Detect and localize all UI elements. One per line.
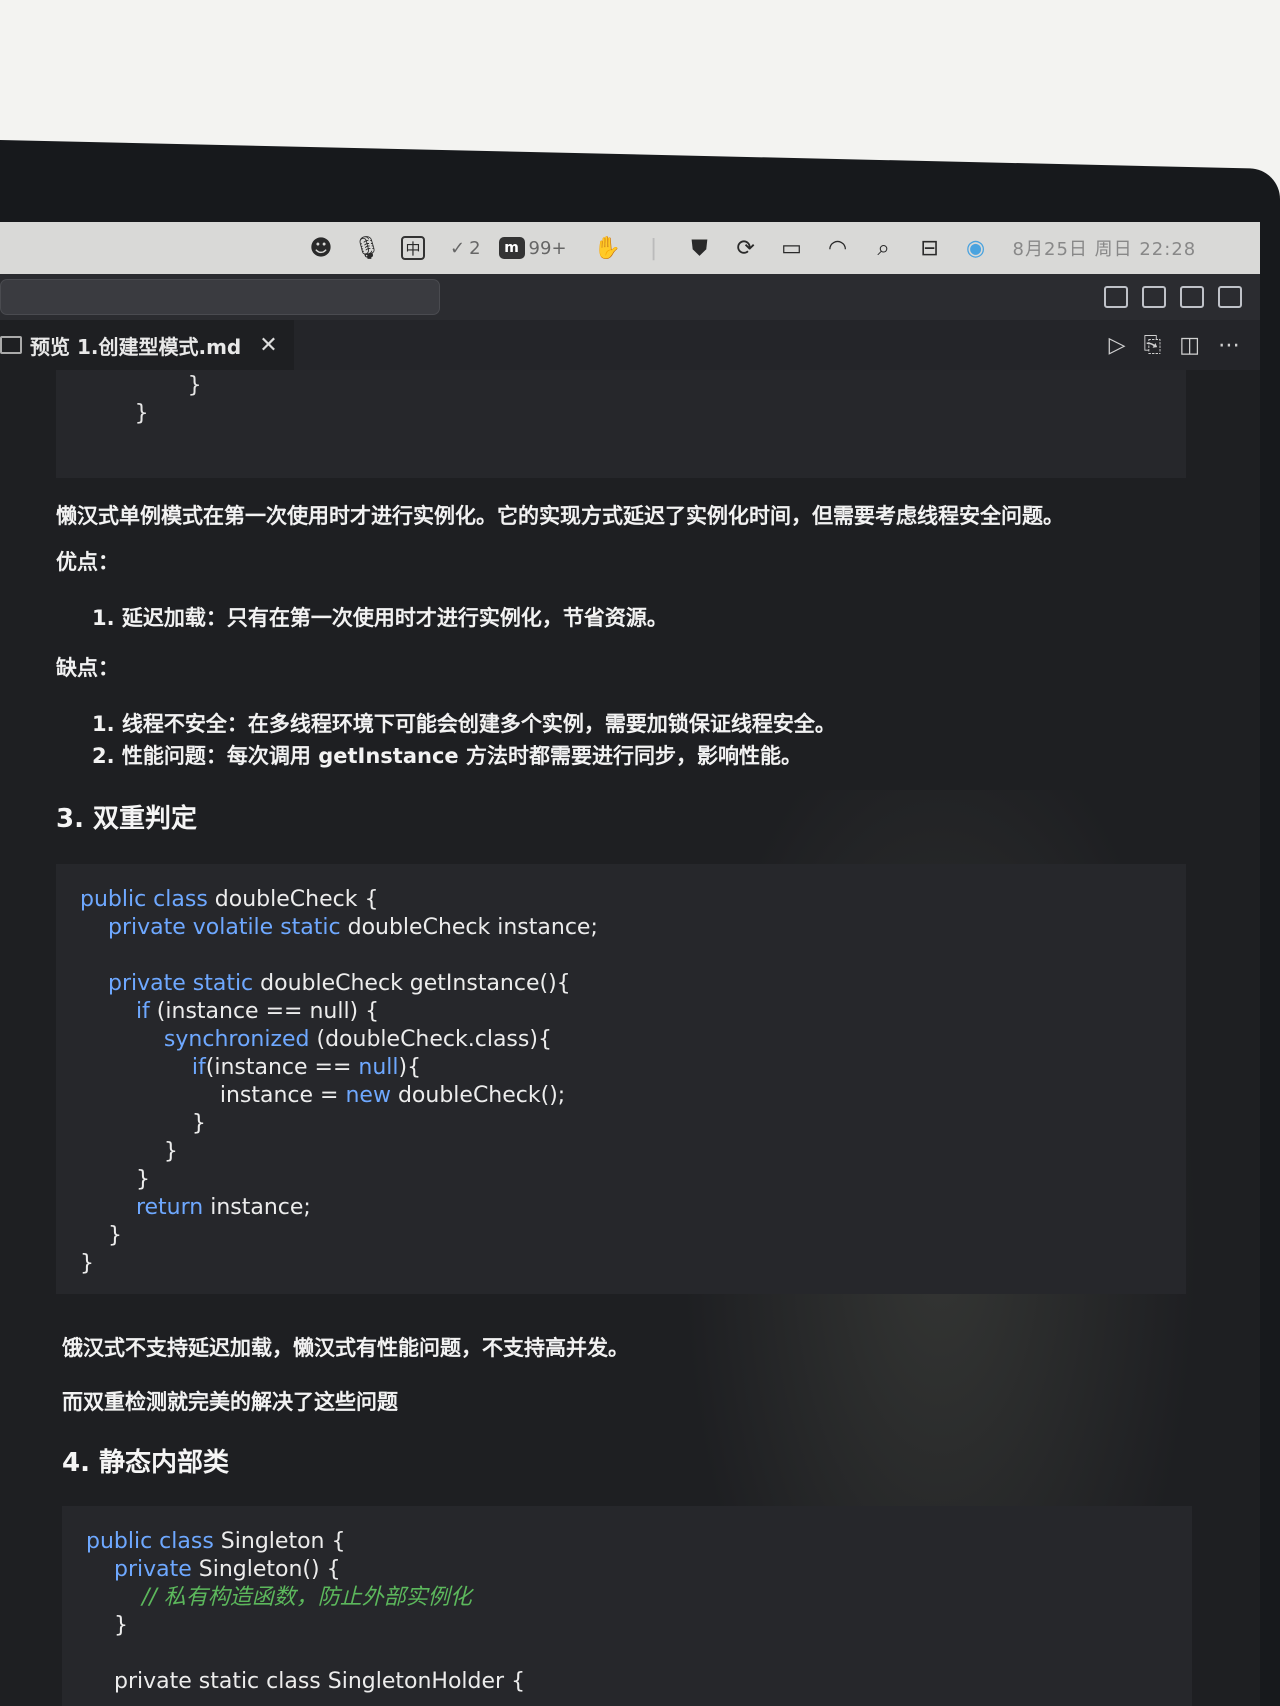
command-center-search[interactable] xyxy=(0,279,440,315)
lazy-intro-paragraph: 懒汉式单例模式在第一次使用时才进行实例化。它的实现方式延迟了实例化时间，但需要考… xyxy=(56,504,1064,528)
code-block-doublecheck: public class doubleCheck { private volat… xyxy=(56,864,1186,1294)
code-keyword: if xyxy=(80,1055,206,1080)
layout-controls xyxy=(1104,286,1242,308)
title-bar xyxy=(0,274,1260,320)
separator-icon: | xyxy=(649,235,658,261)
run-icon[interactable]: ▷ xyxy=(1109,333,1126,358)
menu-bar: ☻ 🎙 中 ✓ 2 m 99+ ✋ | ⛊ ⟳ ▭ ◠ ⌕ ⊟ ◉ 8月25日 … xyxy=(0,222,1260,274)
toggle-panel-icon[interactable] xyxy=(1142,286,1166,308)
section-4-heading: 4. 静态内部类 xyxy=(62,1448,230,1478)
customize-layout-icon[interactable] xyxy=(1218,286,1242,308)
more-actions-icon[interactable]: ⋯ xyxy=(1218,333,1240,358)
code-text: } xyxy=(80,1139,178,1164)
todo-status[interactable]: ✓ 2 xyxy=(450,238,481,259)
menu-bar-clock[interactable]: 8月25日 周日 22:28 xyxy=(1013,235,1197,261)
close-icon[interactable]: ✕ xyxy=(259,333,277,358)
app-notification[interactable]: m 99+ xyxy=(498,237,567,259)
code-keyword: public class xyxy=(86,1529,214,1554)
code-text: instance; xyxy=(203,1195,311,1220)
input-method-icon[interactable]: 中 xyxy=(390,233,436,263)
code-keyword: null xyxy=(358,1055,399,1080)
code-keyword: private xyxy=(86,1557,192,1582)
code-text: (instance == null) { xyxy=(149,999,380,1024)
code-text: doubleCheck(); xyxy=(390,1083,566,1108)
code-text: (instance == xyxy=(205,1055,359,1080)
check-circle-icon: ✓ xyxy=(450,237,466,259)
battery-icon[interactable]: ▭ xyxy=(769,233,815,263)
code-keyword: synchronized xyxy=(80,1027,310,1052)
app-logo-icon: m xyxy=(498,237,525,259)
code-text: Singleton { xyxy=(213,1529,346,1554)
code-text: } xyxy=(86,1613,128,1638)
cons-item: 2. 性能问题：每次调用 getInstance 方法时都需要进行同步，影响性能… xyxy=(92,744,802,768)
toggle-primary-sidebar-icon[interactable] xyxy=(1104,286,1128,308)
code-text: private static class SingletonHolder { xyxy=(86,1669,526,1694)
code-text: } xyxy=(80,1223,122,1248)
split-editor-icon[interactable]: ◫ xyxy=(1179,333,1200,358)
sync-icon[interactable]: ⟳ xyxy=(723,233,769,263)
code-text: doubleCheck instance; xyxy=(340,915,598,940)
markdown-preview: } } 懒汉式单例模式在第一次使用时才进行实例化。它的实现方式延迟了实例化时间，… xyxy=(0,370,1260,1706)
editor-tab-bar: 预览 1.创建型模式.md ✕ ▷ ⎘ ◫ ⋯ xyxy=(0,320,1260,370)
cons-item: 1. 线程不安全：在多线程环境下可能会创建多个实例，需要加锁保证线程安全。 xyxy=(92,712,836,736)
summary-paragraph: 而双重检测就完美的解决了这些问题 xyxy=(62,1390,398,1414)
todo-count: 2 xyxy=(469,237,481,259)
toggle-secondary-sidebar-icon[interactable] xyxy=(1180,286,1204,308)
code-text: } xyxy=(80,1167,150,1192)
code-text: (doubleCheck.class){ xyxy=(309,1027,552,1052)
code-keyword: return xyxy=(80,1195,204,1220)
pros-label: 优点： xyxy=(56,550,119,574)
screen: ☻ 🎙 中 ✓ 2 m 99+ ✋ | ⛊ ⟳ ▭ ◠ ⌕ ⊟ ◉ 8月25日 … xyxy=(0,222,1260,1706)
code-text: Singleton() { xyxy=(191,1557,341,1582)
code-keyword: if xyxy=(80,999,150,1024)
face-icon[interactable]: ☻ xyxy=(298,233,344,263)
hand-icon[interactable]: ✋ xyxy=(585,233,631,263)
control-center-icon[interactable]: ⊟ xyxy=(907,233,953,263)
siri-icon[interactable]: ◉ xyxy=(953,233,999,263)
search-icon[interactable]: ⌕ xyxy=(861,233,907,263)
code-keyword: private volatile static xyxy=(80,915,341,940)
code-keyword: public class xyxy=(80,887,208,912)
code-text: } xyxy=(80,1251,94,1276)
microphone-icon[interactable]: 🎙 xyxy=(344,233,390,263)
code-keyword: private static xyxy=(80,971,254,996)
notification-count: 99+ xyxy=(528,237,567,259)
pros-item: 1. 延迟加载：只有在第一次使用时才进行实例化，节省资源。 xyxy=(92,606,668,630)
code-text: ){ xyxy=(398,1055,422,1080)
shield-icon[interactable]: ⛊ xyxy=(677,233,723,263)
tab-title: 预览 1.创建型模式.md xyxy=(30,334,242,359)
editor-actions: ▷ ⎘ ◫ ⋯ xyxy=(1109,333,1240,358)
code-text: } xyxy=(80,1111,206,1136)
code-keyword: new xyxy=(345,1083,391,1108)
section-3-heading: 3. 双重判定 xyxy=(56,804,198,834)
cons-label: 缺点： xyxy=(56,656,119,680)
tab-preview-md[interactable]: 预览 1.创建型模式.md ✕ xyxy=(0,320,294,370)
code-block-tail: } } xyxy=(56,370,1186,478)
open-source-icon[interactable]: ⎘ xyxy=(1144,333,1162,358)
summary-paragraph: 饿汉式不支持延迟加载，懒汉式有性能问题，不支持高并发。 xyxy=(62,1336,629,1360)
wifi-icon[interactable]: ◠ xyxy=(815,233,861,263)
code-block-singleton: public class Singleton { private Singlet… xyxy=(62,1506,1192,1706)
code-comment: // 私有构造函数，防止外部实例化 xyxy=(86,1585,472,1610)
code-text: doubleCheck getInstance(){ xyxy=(253,971,571,996)
code-text: doubleCheck { xyxy=(207,887,379,912)
preview-icon xyxy=(0,336,22,354)
code-text: instance = xyxy=(80,1083,346,1108)
input-method-label: 中 xyxy=(401,236,425,260)
